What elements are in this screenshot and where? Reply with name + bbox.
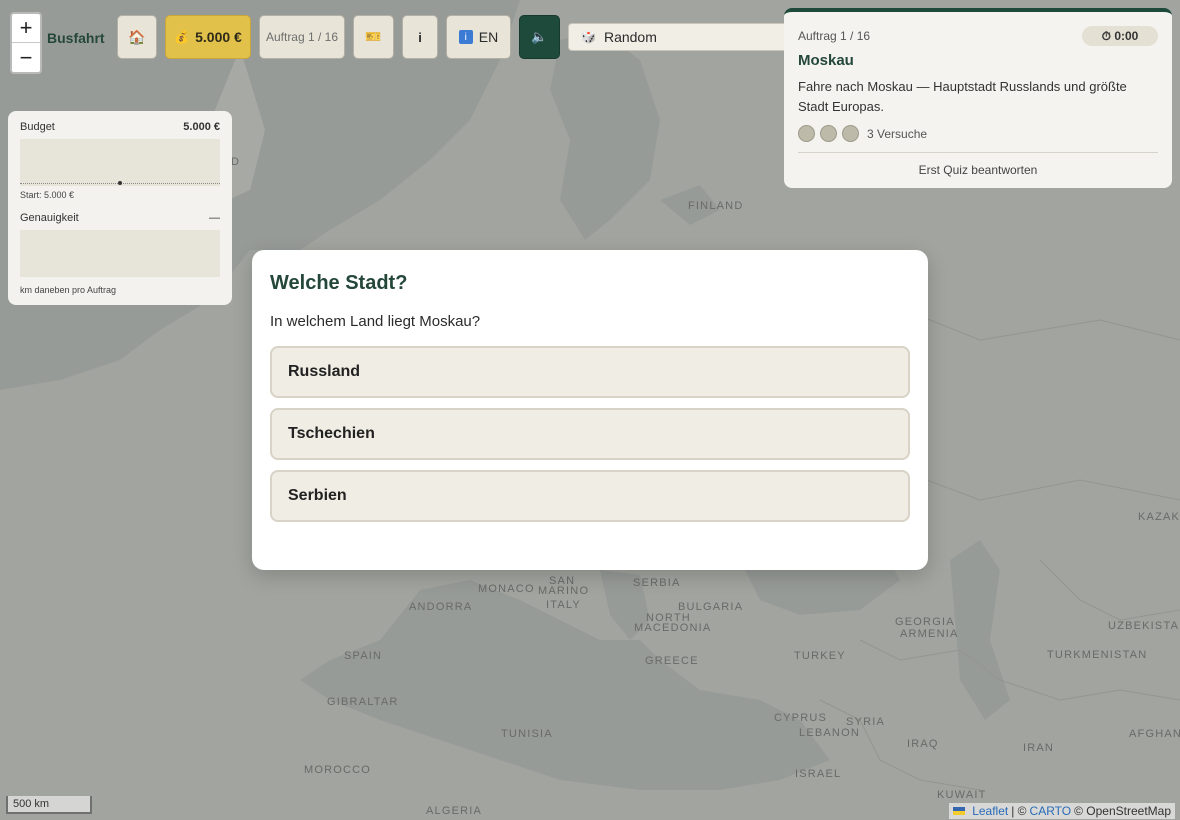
house-icon: 🏠 bbox=[128, 28, 146, 45]
answer-button-russland[interactable]: Russland bbox=[270, 346, 910, 398]
budget-stat-value: 5.000 € bbox=[183, 121, 220, 133]
quiz-question: In welchem Land liegt Moskau? bbox=[270, 313, 481, 330]
task-counter-button[interactable]: Auftrag 1 / 16 bbox=[259, 15, 345, 59]
info-button[interactable]: i bbox=[402, 15, 438, 59]
task-counter-label: Auftrag 1 / 16 bbox=[265, 30, 339, 44]
dice-icon: 🎲 bbox=[581, 30, 596, 44]
try-dot bbox=[842, 125, 859, 142]
answer-button-serbien[interactable]: Serbien bbox=[270, 470, 910, 522]
speaker-icon: 🔈 bbox=[531, 29, 548, 44]
ukraine-flag-icon bbox=[953, 807, 966, 815]
money-bag-icon: 💰 bbox=[174, 30, 190, 44]
mode-select-value: Random bbox=[603, 29, 657, 45]
quiz-modal: Welche Stadt? In welchem Land liegt Mosk… bbox=[252, 250, 928, 570]
tries-indicator: 3 Versuche bbox=[798, 125, 1158, 142]
map-attribution: Leaflet | © CARTO © OpenStreetMap bbox=[949, 803, 1175, 819]
ticket-icon: 🎫 bbox=[365, 29, 382, 44]
ticket-button[interactable]: 🎫 bbox=[353, 15, 394, 59]
mode-select[interactable]: 🎲 Random bbox=[568, 23, 796, 51]
info-button-label: i bbox=[418, 29, 422, 45]
budget-stat-label: Budget bbox=[20, 121, 55, 133]
language-button[interactable]: i EN bbox=[446, 15, 511, 59]
accuracy-stat-label: Genauigkeit bbox=[20, 212, 79, 224]
task-city: Moskau bbox=[798, 52, 854, 69]
app-brand: Busfahrt bbox=[47, 30, 105, 46]
try-dot bbox=[820, 125, 837, 142]
carto-link[interactable]: CARTO bbox=[1030, 804, 1072, 818]
task-card-counter: Auftrag 1 / 16 bbox=[798, 29, 871, 43]
timer-badge: ⏱ 0:00 bbox=[1082, 26, 1158, 46]
map-scale: 500 km bbox=[6, 796, 92, 814]
budget-chart bbox=[20, 139, 220, 186]
budget-label: 5.000 € bbox=[195, 29, 242, 45]
accuracy-unit-label: km daneben pro Auftrag bbox=[20, 285, 117, 295]
try-dot bbox=[798, 125, 815, 142]
task-action-button[interactable]: Erst Quiz beantworten bbox=[798, 153, 1158, 187]
answer-button-tschechien[interactable]: Tschechien bbox=[270, 408, 910, 460]
zoom-control: + − bbox=[10, 12, 42, 74]
language-label: EN bbox=[478, 29, 499, 45]
info-icon: i bbox=[458, 30, 473, 44]
attribution-separator: | © bbox=[1011, 804, 1027, 818]
osm-credit: © OpenStreetMap bbox=[1074, 804, 1171, 818]
home-button[interactable]: 🏠 bbox=[117, 15, 157, 59]
task-card: Auftrag 1 / 16 ⏱ 0:00 Moskau Fahre nach … bbox=[784, 8, 1172, 188]
quiz-answers: Russland Tschechien Serbien bbox=[270, 346, 910, 522]
stats-panel: Budget 5.000 € Start: 5.000 € Genauigkei… bbox=[8, 111, 232, 305]
accuracy-stat-value: — bbox=[209, 212, 220, 224]
task-description: Fahre nach Moskau — Hauptstadt Russlands… bbox=[798, 79, 1127, 114]
budget-start-label: Start: 5.000 € bbox=[20, 190, 75, 200]
budget-chart-point bbox=[118, 181, 122, 185]
budget-button[interactable]: 💰 5.000 € bbox=[165, 15, 251, 59]
accuracy-chart bbox=[20, 230, 220, 277]
tries-label: 3 Versuche bbox=[867, 126, 928, 141]
quiz-title: Welche Stadt? bbox=[270, 272, 408, 294]
zoom-in-button[interactable]: + bbox=[12, 14, 40, 43]
leaflet-link[interactable]: Leaflet bbox=[972, 804, 1008, 818]
zoom-out-button[interactable]: − bbox=[12, 43, 40, 72]
sound-button[interactable]: 🔈 bbox=[519, 15, 560, 59]
